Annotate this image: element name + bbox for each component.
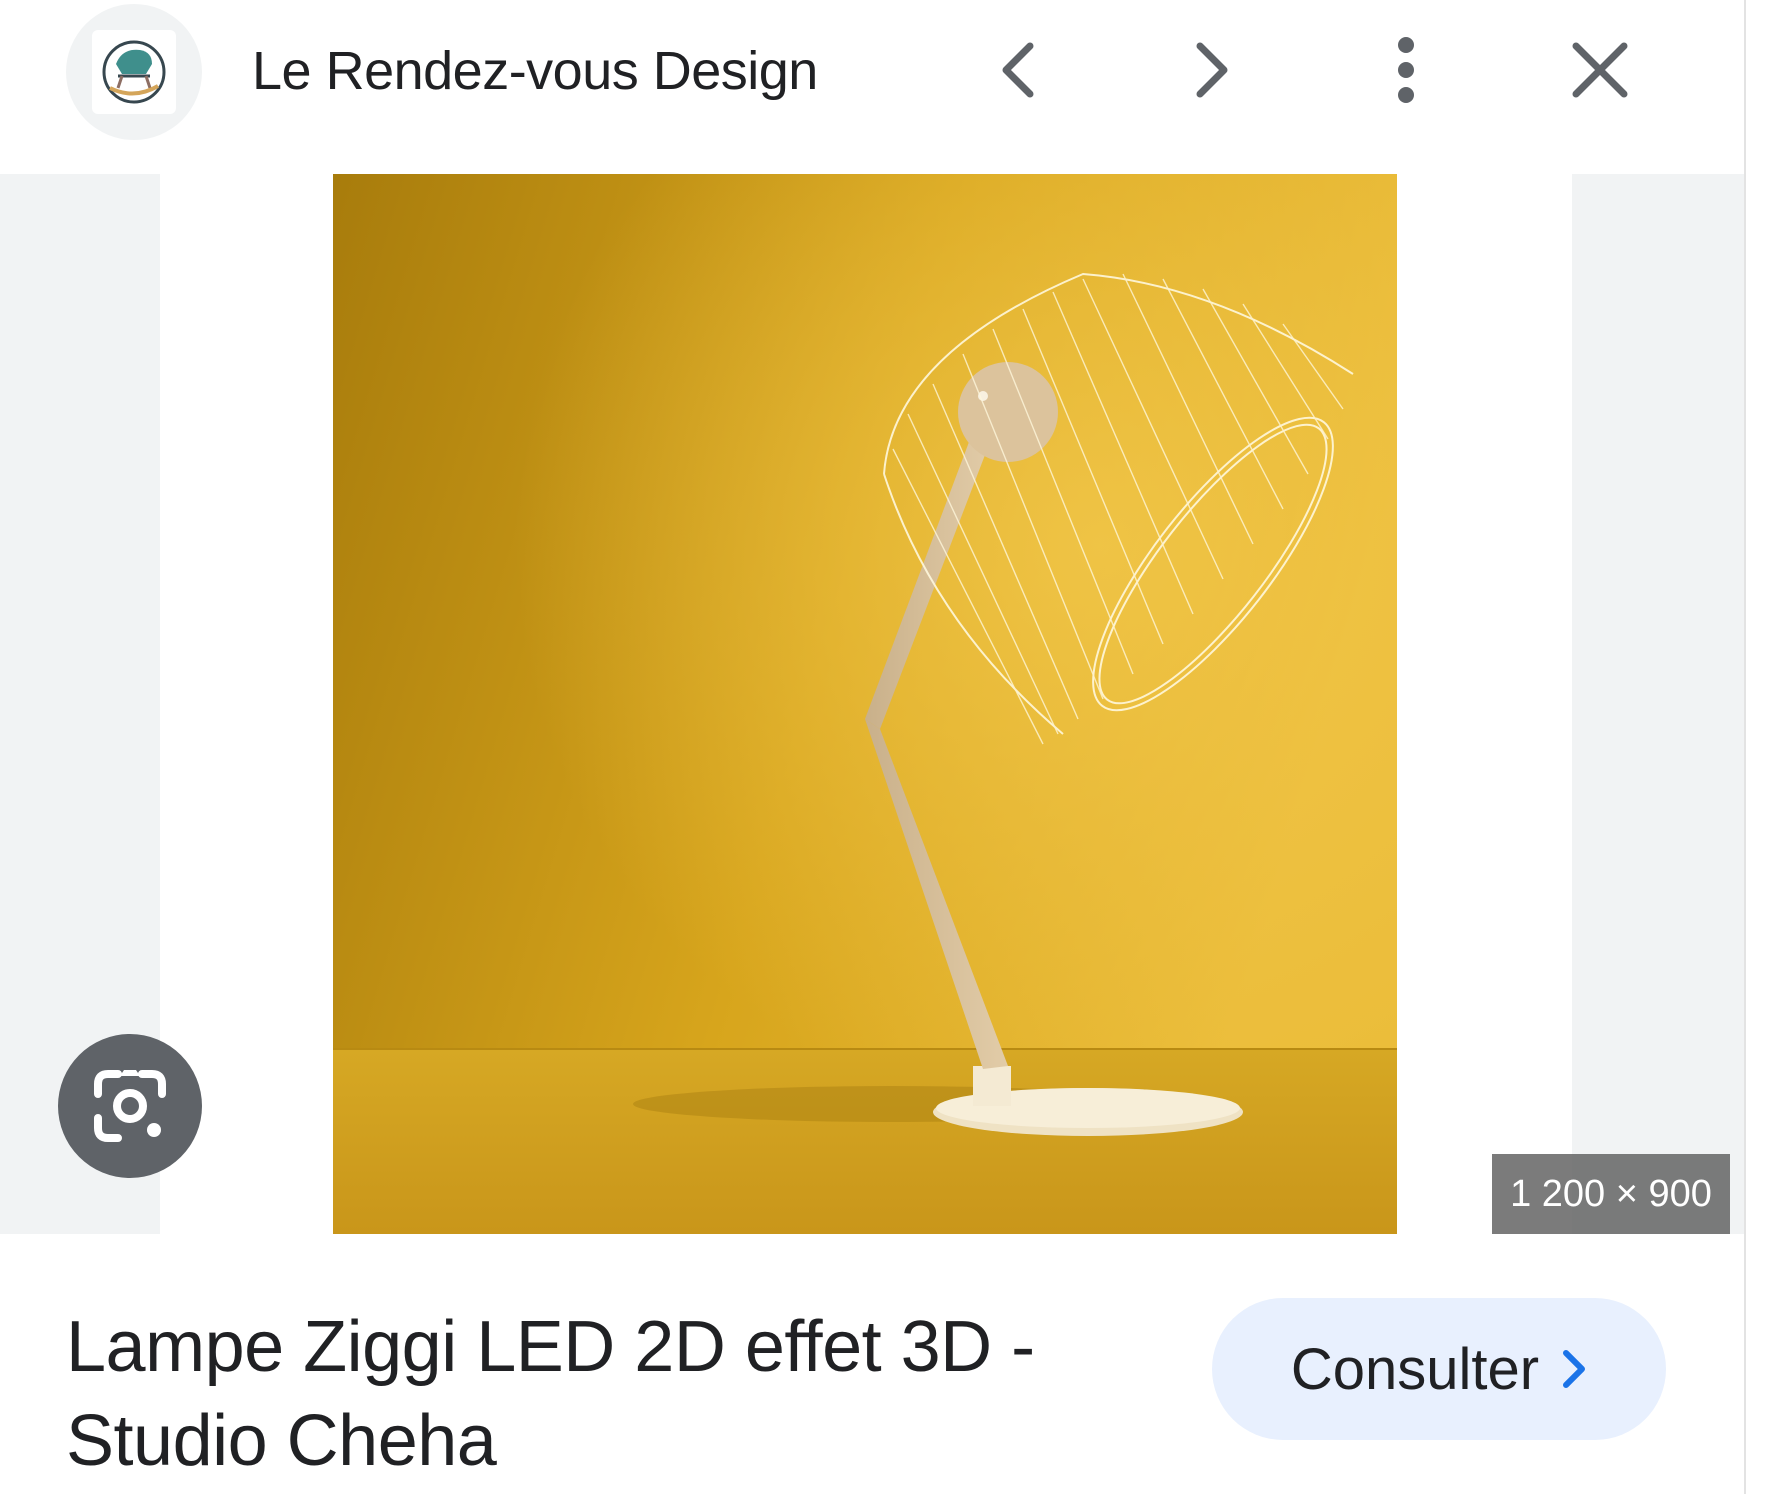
result-title[interactable]: Lampe Ziggi LED 2D effet 3D - Studio Che… xyxy=(66,1300,1066,1488)
next-button[interactable] xyxy=(1172,30,1252,110)
right-backdrop xyxy=(1572,174,1744,1234)
image-viewer-panel: Le Rendez-vous Design 1 200 × 900 Lampe … xyxy=(0,0,1746,1494)
google-lens-button[interactable] xyxy=(58,1034,202,1178)
product-image[interactable] xyxy=(333,174,1397,1234)
close-button[interactable] xyxy=(1560,30,1640,110)
image-preview-area: 1 200 × 900 xyxy=(0,174,1744,1234)
site-name[interactable]: Le Rendez-vous Design xyxy=(252,40,818,102)
close-icon xyxy=(1572,42,1628,98)
more-options-button[interactable] xyxy=(1366,30,1446,110)
chevron-right-icon xyxy=(1196,42,1228,98)
google-lens-icon xyxy=(94,1070,166,1142)
consult-button[interactable]: Consulter xyxy=(1212,1298,1666,1440)
chevron-left-icon xyxy=(1002,42,1034,98)
page-margin xyxy=(1746,0,1782,1494)
more-vert-icon xyxy=(1398,37,1414,103)
consult-button-label: Consulter xyxy=(1290,1336,1540,1402)
previous-button[interactable] xyxy=(978,30,1058,110)
image-dimensions-badge: 1 200 × 900 xyxy=(1492,1154,1730,1234)
rocking-chair-logo-icon xyxy=(92,30,176,114)
chevron-right-icon xyxy=(1563,1350,1586,1388)
site-logo[interactable] xyxy=(66,4,202,140)
viewer-header: Le Rendez-vous Design xyxy=(0,0,1744,174)
